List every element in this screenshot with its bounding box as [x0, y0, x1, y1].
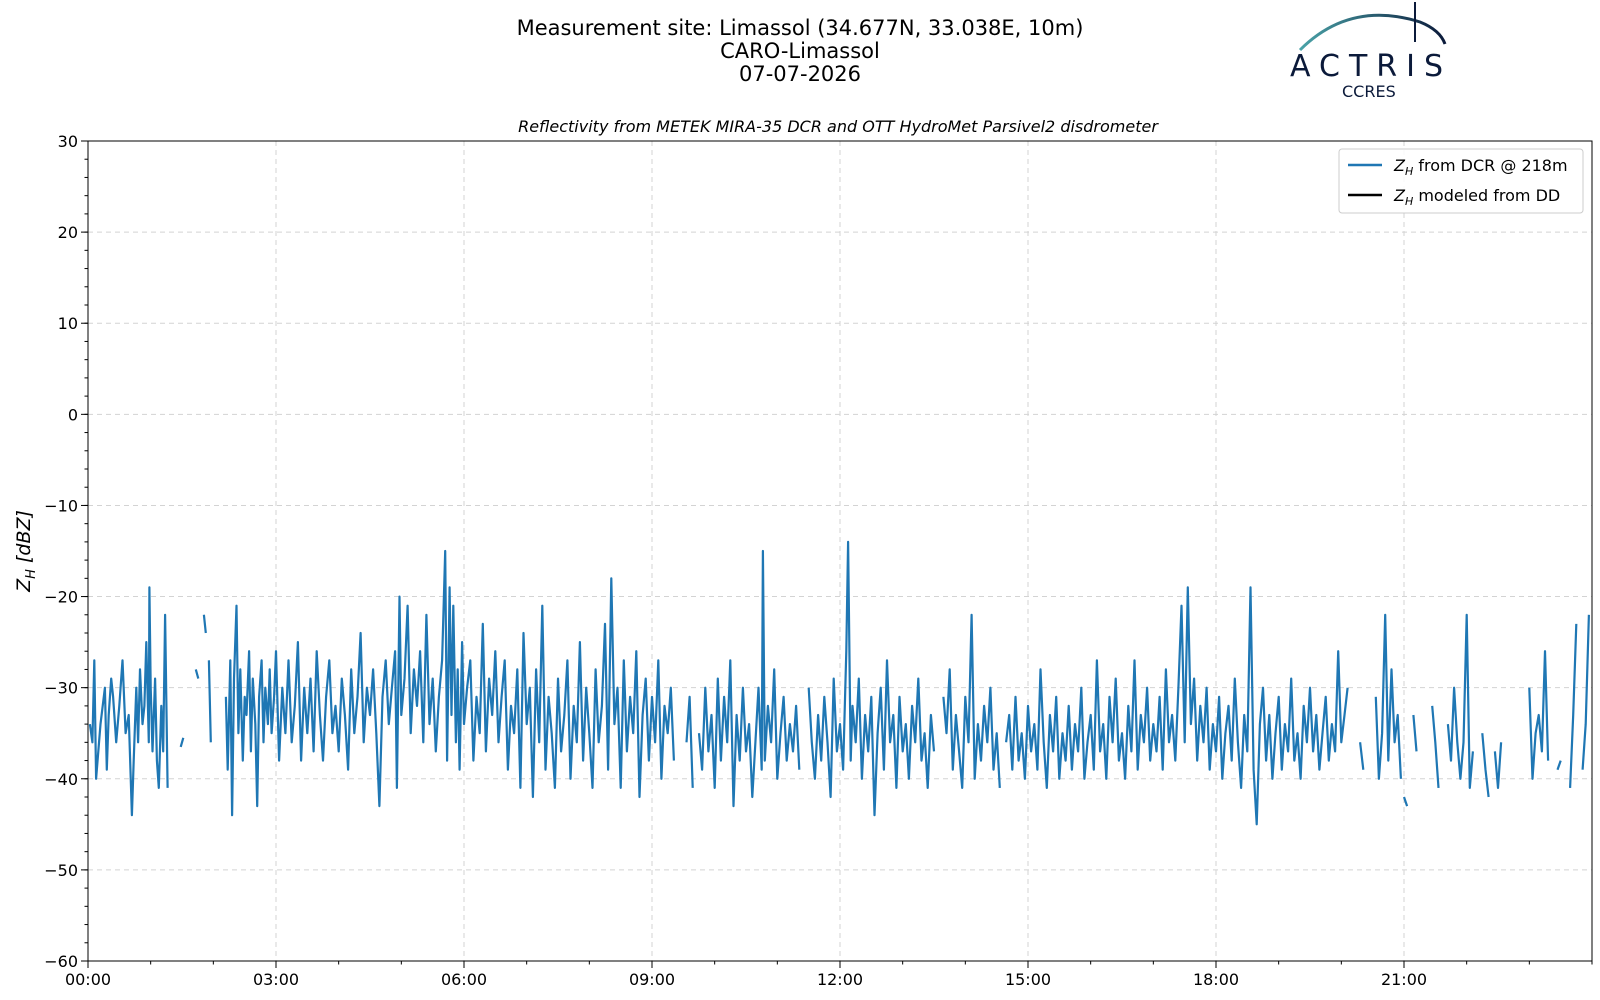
y-tick-label: 30	[58, 132, 78, 151]
x-tick-label: 12:00	[817, 970, 863, 989]
x-tick-label: 15:00	[1005, 970, 1051, 989]
y-tick-label: −10	[44, 496, 78, 515]
x-tick-label: 18:00	[1193, 970, 1239, 989]
x-tick-label: 21:00	[1381, 970, 1427, 989]
y-tick-label: −20	[44, 588, 78, 607]
legend-label-dcr: ZH from DCR @ 218m	[1393, 156, 1568, 178]
y-axis-label: ZH [dBZ]	[13, 510, 39, 593]
reflectivity-chart: Reflectivity from METEK MIRA-35 DCR and …	[13, 117, 1593, 989]
y-tick-label: −30	[44, 679, 78, 698]
y-tick-label: −60	[44, 952, 78, 971]
series-line-0	[88, 540, 1590, 826]
x-tick-label: 03:00	[253, 970, 299, 989]
x-tick-label: 09:00	[629, 970, 675, 989]
y-tick-label: 10	[58, 314, 78, 333]
x-tick-label: 00:00	[65, 970, 111, 989]
grid	[87, 140, 1592, 962]
x-tick-label: 06:00	[441, 970, 487, 989]
chart-title: Reflectivity from METEK MIRA-35 DCR and …	[518, 117, 1159, 136]
legend: ZH from DCR @ 218m ZH modeled from DD	[1338, 148, 1584, 214]
y-tick-label: −50	[44, 861, 78, 880]
y-tick-label: 20	[58, 223, 78, 242]
y-tick-label: −40	[44, 770, 78, 789]
legend-label-dd: ZH modeled from DD	[1393, 186, 1560, 208]
y-tick-label: 0	[68, 405, 78, 424]
data-series	[88, 540, 1590, 826]
